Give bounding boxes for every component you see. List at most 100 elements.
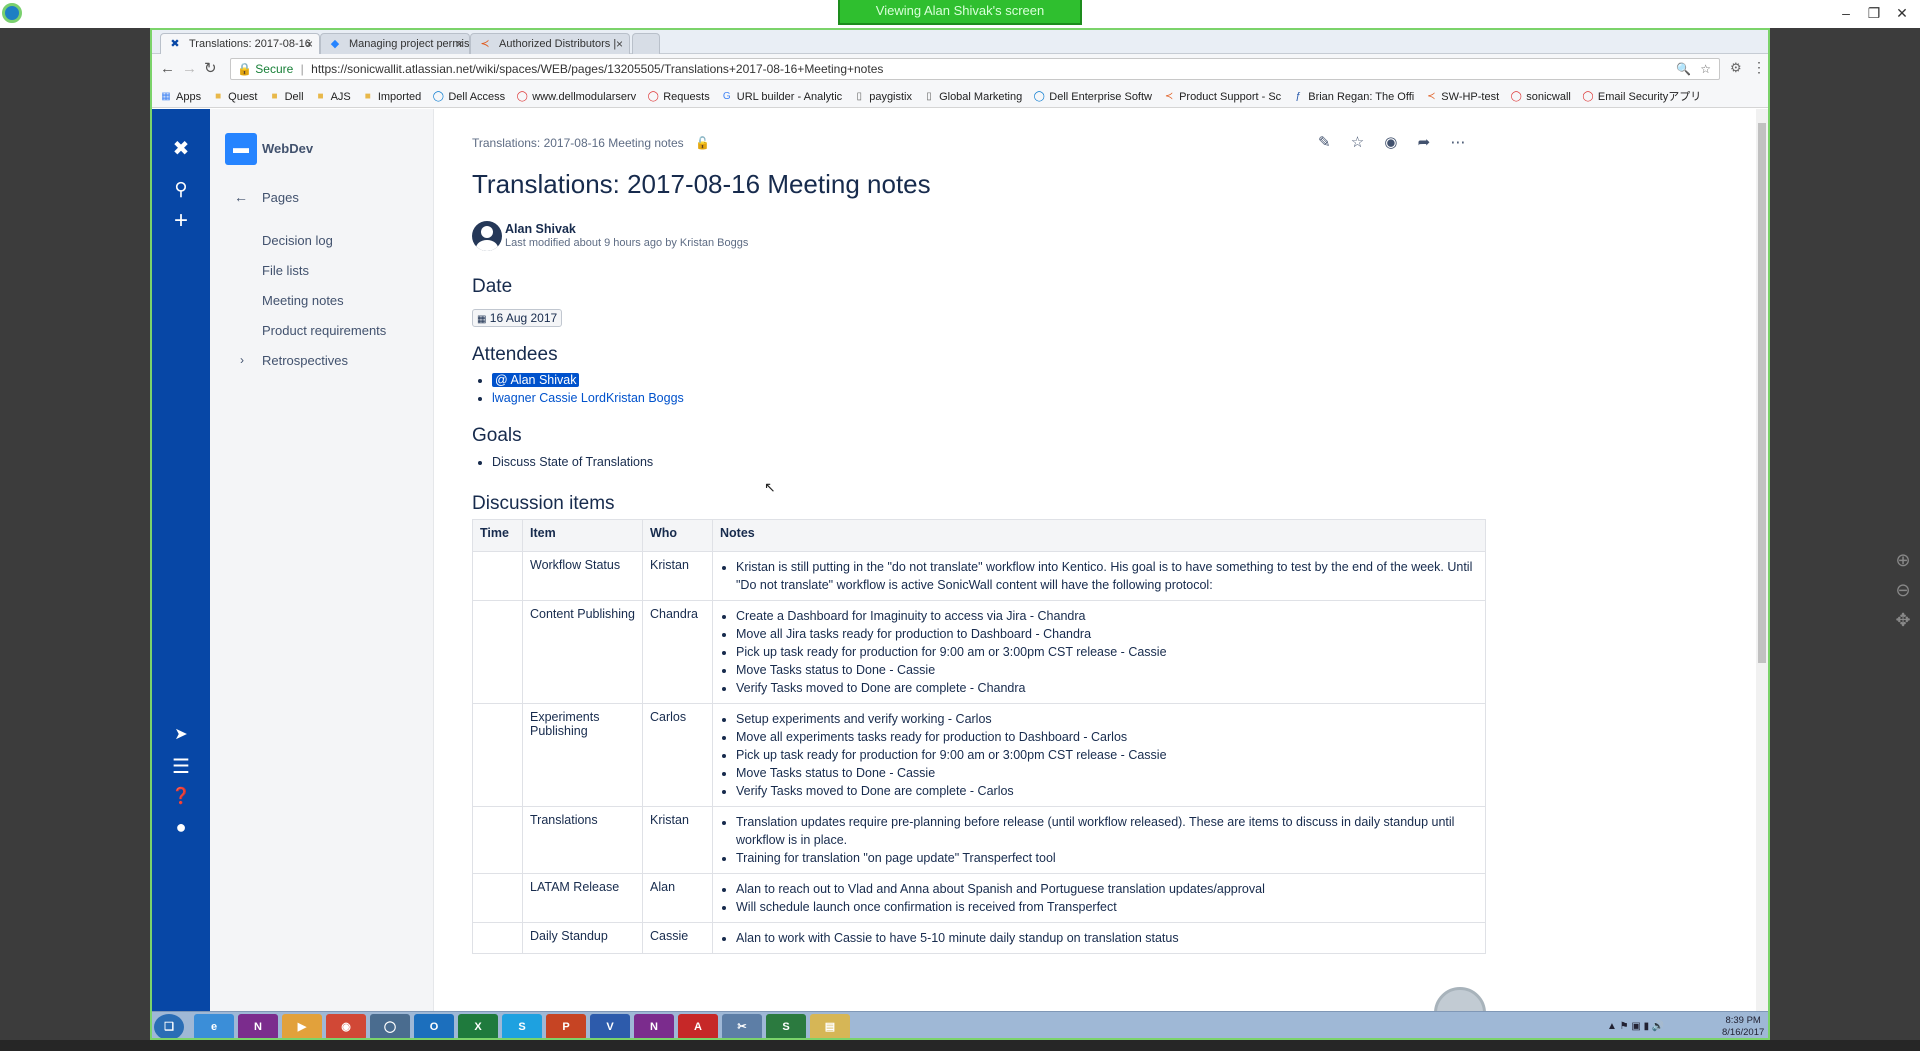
bookmark-star-icon[interactable]: ☆ (1700, 59, 1711, 79)
clock[interactable]: 8:39 PM 8/16/2017 (1722, 1015, 1764, 1038)
who-cell[interactable]: Kristan (642, 551, 713, 601)
zoom-icon[interactable]: 🔍 (1676, 59, 1691, 79)
notes-cell[interactable]: Translation updates require pre-planning… (712, 806, 1486, 874)
unlock-icon[interactable]: 🔓 (695, 136, 710, 150)
viewer-banner[interactable]: Viewing Alan Shivak's screen (838, 0, 1082, 25)
extension-icon[interactable]: ⚙ (1730, 60, 1742, 76)
who-cell[interactable]: Alan (642, 873, 713, 923)
tab-distributors[interactable]: ≺ Authorized Distributors | × (470, 33, 630, 54)
item-cell[interactable]: Content Publishing (522, 600, 643, 704)
item-cell[interactable]: Daily Standup (522, 922, 643, 954)
bookmark-brian-regan[interactable]: ƒ Brian Regan: The Offi (1292, 86, 1414, 107)
powerpoint-icon[interactable]: P (546, 1014, 586, 1038)
column-header[interactable]: Notes (712, 519, 1486, 552)
globe-icon[interactable]: ◯ (370, 1014, 410, 1038)
time-cell[interactable] (472, 873, 523, 923)
excel-icon[interactable]: X (458, 1014, 498, 1038)
scrollbar-thumb[interactable] (1758, 123, 1766, 663)
who-cell[interactable]: Cassie (642, 922, 713, 954)
bookmark-imported[interactable]: ■ Imported (362, 86, 421, 107)
profile-icon[interactable]: ● (167, 813, 195, 841)
sidebar-item-retrospectives[interactable]: Retrospectives (262, 353, 348, 368)
onenote-icon[interactable]: N (238, 1014, 278, 1038)
user-mention[interactable]: @ Alan Shivak (492, 373, 580, 387)
menu-icon[interactable]: ☰ (167, 753, 195, 781)
who-cell[interactable]: Chandra (642, 600, 713, 704)
attendee-link[interactable]: lwagner Cassie LordKristan Boggs (492, 391, 684, 405)
more-icon[interactable]: ⋯ (1450, 134, 1465, 151)
chevron-right-icon[interactable]: › (240, 353, 244, 367)
outlook-icon[interactable]: O (414, 1014, 454, 1038)
time-cell[interactable] (472, 600, 523, 704)
create-plus-icon[interactable]: + (167, 207, 195, 235)
close-icon[interactable]: ✕ (1890, 4, 1914, 22)
chrome-icon[interactable]: ◉ (326, 1014, 366, 1038)
bookmark-sw-hp-test[interactable]: ≺ SW-HP-test (1425, 86, 1499, 107)
bookmark-dell-access[interactable]: ◯ Dell Access (432, 86, 505, 107)
tab-translations[interactable]: ✖ Translations: 2017-08-16 × (160, 33, 320, 54)
notes-cell[interactable]: Create a Dashboard for Imaginuity to acc… (712, 600, 1486, 704)
sidebar-item-file-lists[interactable]: File lists (262, 263, 309, 278)
skype-icon[interactable]: S (502, 1014, 542, 1038)
notes-cell[interactable]: Setup experiments and verify working - C… (712, 703, 1486, 807)
bookmark-dell[interactable]: ■ Dell (269, 86, 304, 107)
help-icon[interactable]: ❓ (167, 783, 195, 811)
reload-icon[interactable]: ↻ (204, 59, 217, 77)
back-arrow-icon[interactable]: ← (234, 189, 248, 205)
item-cell[interactable]: Workflow Status (522, 551, 643, 601)
bookmark-paygistix[interactable]: ▯ paygistix (853, 86, 912, 107)
who-cell[interactable]: Kristan (642, 806, 713, 874)
forward-icon[interactable]: → (182, 60, 197, 77)
item-cell[interactable]: Experiments Publishing (522, 703, 643, 807)
file-explorer-icon[interactable]: ▤ (810, 1014, 850, 1038)
snipping-tool-icon[interactable]: ✂ (722, 1014, 762, 1038)
viewer-zoom-controls[interactable]: ⊕ ⊖ ✥ (1892, 545, 1914, 635)
who-cell[interactable]: Carlos (642, 703, 713, 807)
bookmark-url-builder[interactable]: G URL builder - Analytic (721, 86, 842, 107)
time-cell[interactable] (472, 551, 523, 601)
bookmark-dell-enterprise[interactable]: ◯ Dell Enterprise Softw (1033, 86, 1152, 107)
scrollbar[interactable] (1756, 109, 1768, 1037)
bookmark-email-security[interactable]: ◯ Email Securityアプリ (1582, 86, 1701, 107)
new-tab-button[interactable] (632, 33, 660, 54)
time-cell[interactable] (472, 922, 523, 954)
confluence-logo-icon[interactable]: ✖ (167, 135, 195, 163)
pages-link[interactable]: Pages (262, 190, 299, 205)
time-cell[interactable] (472, 703, 523, 807)
restore-icon[interactable]: ❐ (1862, 4, 1886, 22)
sidebar-item-decision-log[interactable]: Decision log (262, 233, 333, 248)
date-lozenge[interactable]: ▦ 16 Aug 2017 (472, 309, 563, 327)
visio-icon[interactable]: V (590, 1014, 630, 1038)
last-modified[interactable]: Last modified about 9 hours ago by Krist… (505, 237, 748, 249)
bookmark-product-support[interactable]: ≺ Product Support - Sc (1163, 86, 1281, 107)
close-tab-icon[interactable]: × (456, 34, 463, 54)
edit-pencil-icon[interactable]: ✎ (1318, 134, 1331, 151)
bookmark-ajs[interactable]: ■ AJS (315, 86, 351, 107)
minimize-icon[interactable]: – (1834, 4, 1858, 22)
internet-explorer-icon[interactable]: e (194, 1014, 234, 1038)
watch-eye-icon[interactable]: ◉ (1384, 134, 1397, 151)
acrobat-icon[interactable]: A (678, 1014, 718, 1038)
close-tab-icon[interactable]: × (306, 34, 313, 54)
back-icon[interactable]: ← (160, 60, 175, 77)
start-button-icon[interactable]: ❏ (154, 1014, 184, 1038)
browser-menu-icon[interactable]: ⋮ (1752, 59, 1766, 76)
notes-cell[interactable]: Kristan is still putting in the "do not … (712, 551, 1486, 601)
share-icon[interactable]: ➦ (1418, 134, 1431, 151)
url-input[interactable]: 🔒 Secure | https://sonicwallit.atlassian… (230, 58, 1720, 80)
media-player-icon[interactable]: ▶ (282, 1014, 322, 1038)
bookmark-dellmodular[interactable]: ◯ www.dellmodularserv (516, 86, 637, 107)
onenote-2-icon[interactable]: N (634, 1014, 674, 1038)
space-name[interactable]: WebDev (262, 141, 313, 156)
author-name[interactable]: Alan Shivak (505, 222, 576, 236)
notes-cell[interactable]: Alan to reach out to Vlad and Anna about… (712, 873, 1486, 923)
item-cell[interactable]: LATAM Release (522, 873, 643, 923)
column-header[interactable]: Who (642, 519, 713, 552)
bookmark-requests[interactable]: ◯ Requests (647, 86, 710, 107)
breadcrumb[interactable]: Translations: 2017-08-16 Meeting notes 🔓 (472, 136, 710, 150)
notes-cell[interactable]: Alan to work with Cassie to have 5-10 mi… (712, 922, 1486, 954)
tab-permissions[interactable]: ◆ Managing project permis × (320, 33, 470, 54)
column-header[interactable]: Time (472, 519, 523, 552)
star-icon[interactable]: ☆ (1351, 134, 1364, 151)
sidebar-item-meeting-notes[interactable]: Meeting notes (262, 293, 344, 308)
